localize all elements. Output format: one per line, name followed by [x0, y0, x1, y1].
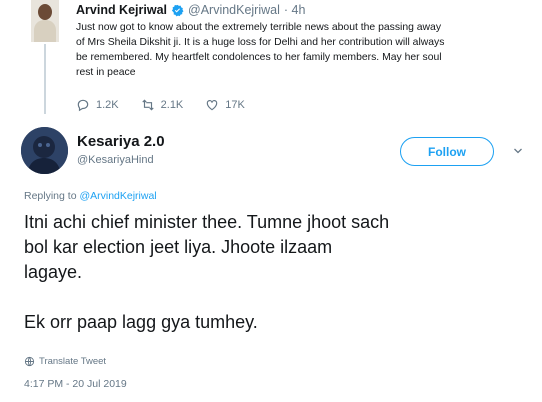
parent-text-line: of Mrs Sheila Dikshit ji. It is a huge l… [76, 37, 445, 48]
parent-tweet-time[interactable]: · 4h [284, 3, 306, 17]
parent-text-line: Just now got to know about the extremely… [76, 22, 442, 33]
chevron-down-icon[interactable] [512, 145, 524, 157]
replying-to-mention[interactable]: @ArvindKejriwal [79, 190, 156, 202]
heart-icon [207, 100, 218, 111]
author-handle[interactable]: @KesariyaHind [77, 154, 154, 166]
like-button[interactable]: 17K [205, 98, 245, 112]
parent-tweet-header: Arvind Kejriwal @ArvindKejriwal · 4h [76, 3, 305, 17]
parent-tweet-text: Just now got to know about the extremely… [76, 20, 516, 80]
tweet-text-line: lagaye. [24, 262, 83, 282]
follow-button[interactable]: Follow [400, 137, 494, 166]
parent-avatar[interactable] [31, 0, 59, 42]
tweet-timestamp[interactable]: 4:17 PM - 20 Jul 2019 [24, 378, 127, 390]
retweet-icon [141, 99, 154, 111]
reply-count: 1.2K [96, 99, 119, 111]
parent-text-line: be remembered. My heartfelt condolences … [76, 52, 442, 63]
tweet-text-line: bol kar election jeet liya. Jhoote ilzaa… [24, 237, 333, 257]
thread-connector [44, 44, 46, 114]
translate-label: Translate Tweet [39, 356, 107, 367]
retweet-button[interactable]: 2.1K [141, 98, 184, 112]
avatar-image [21, 127, 68, 174]
replying-to: Replying to @ArvindKejriwal [24, 190, 157, 202]
reply-button[interactable]: 1.2K [76, 98, 119, 112]
parent-tweet-actions: 1.2K 2.1K 17K [76, 97, 267, 113]
tweet-text: Itni achi chief minister thee. Tumne jho… [24, 210, 534, 335]
verified-badge-icon [171, 4, 184, 16]
tweet-text-line: Ek orr paap lagg gya tumhey. [24, 312, 258, 332]
parent-text-line: rest in peace [76, 67, 136, 78]
translate-tweet-link[interactable]: Translate Tweet [24, 356, 106, 367]
replying-to-label: Replying to [24, 190, 77, 202]
retweet-count: 2.1K [160, 99, 184, 111]
author-avatar[interactable] [21, 127, 68, 174]
author-name[interactable]: Kesariya 2.0 [77, 133, 165, 150]
parent-author-name[interactable]: Arvind Kejriwal [76, 3, 167, 17]
tweet-text-line: Itni achi chief minister thee. Tumne jho… [24, 212, 390, 232]
globe-icon [24, 356, 35, 367]
reply-icon [77, 99, 89, 112]
like-count: 17K [225, 99, 245, 111]
parent-author-handle[interactable]: @ArvindKejriwal [188, 3, 280, 17]
